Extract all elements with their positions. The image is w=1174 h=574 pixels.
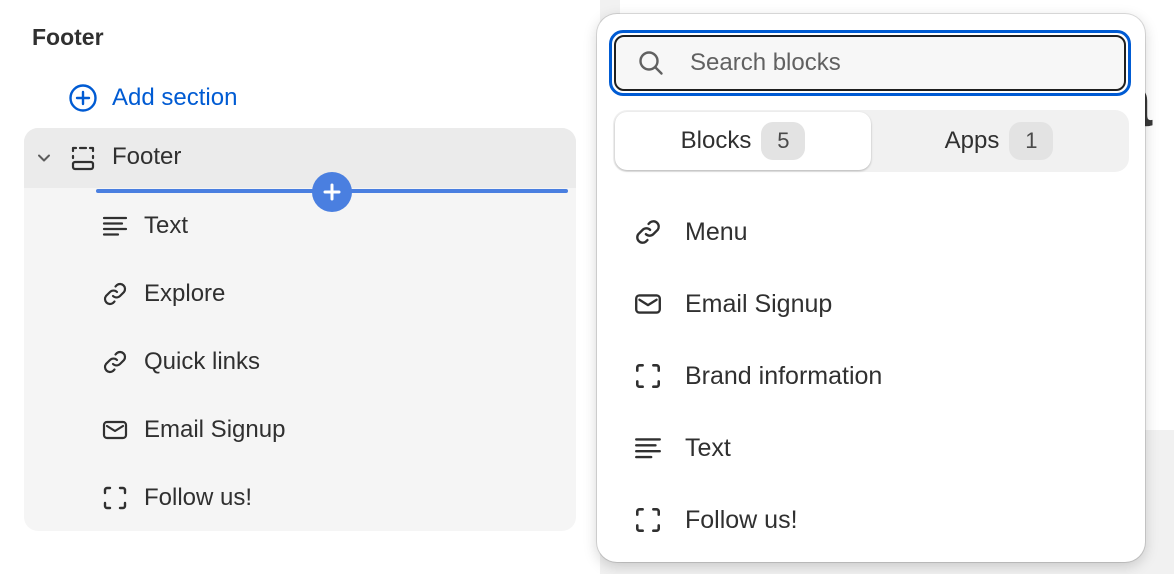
block-option-email-signup[interactable]: Email Signup xyxy=(631,282,832,326)
search-icon xyxy=(636,48,666,78)
dashed-square-icon xyxy=(631,503,665,537)
block-label: Explore xyxy=(144,280,226,307)
add-section-button[interactable]: Add section xyxy=(68,80,237,116)
text-icon xyxy=(100,211,130,241)
dashed-square-icon xyxy=(631,359,665,393)
tab-blocks[interactable]: Blocks 5 xyxy=(615,112,871,170)
group-title: Footer xyxy=(32,24,104,50)
block-option-follow-us[interactable]: Follow us! xyxy=(631,498,798,542)
block-option-label: Text xyxy=(685,433,731,462)
link-icon xyxy=(100,279,130,309)
count-badge: 5 xyxy=(761,122,806,160)
block-label: Text xyxy=(144,212,189,239)
search-box[interactable] xyxy=(614,35,1126,91)
block-option-label: Follow us! xyxy=(685,505,798,534)
email-icon xyxy=(100,415,130,445)
block-option-menu[interactable]: Menu xyxy=(631,210,748,254)
tab-label: Apps xyxy=(944,127,1000,154)
block-item-text[interactable]: Text xyxy=(100,206,188,246)
email-icon xyxy=(631,287,665,321)
block-option-label: Brand information xyxy=(685,361,883,390)
text-icon xyxy=(631,431,665,465)
tab-label: Blocks xyxy=(680,127,752,154)
tab-bar: Blocks 5 Apps 1 xyxy=(613,110,1129,172)
section-header[interactable]: Footer xyxy=(24,128,576,188)
block-item-explore[interactable]: Explore xyxy=(100,274,225,314)
link-icon xyxy=(100,347,130,377)
block-label: Quick links xyxy=(144,348,261,375)
insert-block-button[interactable] xyxy=(312,172,352,212)
block-item-follow-us[interactable]: Follow us! xyxy=(100,478,252,518)
block-option-brand-information[interactable]: Brand information xyxy=(631,354,882,398)
tab-apps[interactable]: Apps 1 xyxy=(871,112,1127,170)
block-item-email-signup[interactable]: Email Signup xyxy=(100,410,285,450)
add-section-label: Add section xyxy=(112,84,238,111)
sidebar: Footer Add section Footer Text Explore Q… xyxy=(0,0,600,574)
chevron-down-icon[interactable] xyxy=(34,148,54,168)
block-option-label: Menu xyxy=(685,217,748,246)
plus-circle-icon xyxy=(68,83,98,113)
footer-layout-icon xyxy=(69,144,97,172)
block-option-label: Email Signup xyxy=(685,289,833,318)
link-icon xyxy=(631,215,665,249)
block-label: Email Signup xyxy=(144,416,286,443)
add-block-popover: Blocks 5 Apps 1 Menu Email Signup xyxy=(597,14,1145,562)
plus-icon xyxy=(322,182,342,202)
search-input[interactable] xyxy=(690,49,1090,77)
block-option-text[interactable]: Text xyxy=(631,426,731,470)
block-item-quick-links[interactable]: Quick links xyxy=(100,342,260,382)
search-field[interactable] xyxy=(609,30,1131,96)
count-badge: 1 xyxy=(1009,122,1054,160)
block-label: Follow us! xyxy=(144,484,253,511)
dashed-square-icon xyxy=(100,483,130,513)
section-label: Footer xyxy=(112,143,182,170)
